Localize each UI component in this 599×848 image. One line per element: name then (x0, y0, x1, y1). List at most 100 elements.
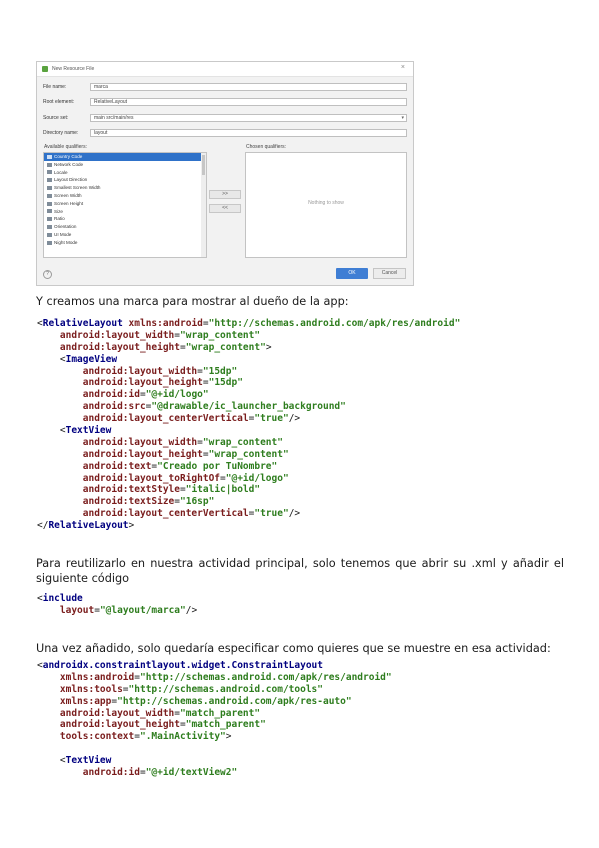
available-qualifiers-list[interactable]: Country Code Network Code Locale Layout … (43, 152, 207, 258)
code-line: android:src="@drawable/ic_launcher_backg… (37, 401, 460, 413)
add-qualifier-button[interactable]: >> (209, 190, 241, 199)
code-line: layout="@layout/marca"/> (37, 605, 197, 617)
globe-icon (47, 170, 52, 175)
code-line: android:textSize="16sp" (37, 496, 460, 508)
code-token: "@+id/logo" (145, 389, 209, 401)
document-page: New Resource File × File name: marca Roo… (0, 0, 599, 848)
paragraph-reutilizar: Para reutilizarlo en nuestra actividad p… (36, 557, 564, 585)
code-line: <androidx.constraintlayout.widget.Constr… (37, 660, 392, 672)
code-line: <ImageView (37, 354, 460, 366)
qualifier-item[interactable]: Screen Height (44, 200, 206, 208)
qualifier-item[interactable]: Size (44, 208, 206, 216)
code-line: android:layout_height="match_parent" (37, 719, 392, 731)
directory-name-label: Directory name: (43, 130, 79, 136)
scrollbar-thumb[interactable] (202, 155, 205, 175)
code-line: android:layout_height="15dp" (37, 377, 460, 389)
code-line: android:layout_width="wrap_content" (37, 330, 460, 342)
root-element-input[interactable]: RelativeLayout (90, 98, 407, 106)
cancel-button[interactable]: Cancel (373, 268, 406, 279)
qualifier-item[interactable]: Screen Width (44, 192, 206, 200)
qualifier-item[interactable]: Locale (44, 169, 206, 177)
qualifier-icon (47, 178, 52, 183)
code-token: android:layout_height (37, 377, 203, 389)
code-line: android:layout_height="wrap_content" (37, 449, 460, 461)
qualifier-item[interactable]: UI Mode (44, 231, 206, 239)
chosen-qualifiers-list[interactable]: Nothing to show (245, 152, 407, 258)
close-icon[interactable]: × (401, 64, 405, 71)
code-line: android:layout_height="wrap_content"> (37, 342, 460, 354)
qualifier-item[interactable]: Ratio (44, 215, 206, 223)
code-token: android:layout_width (37, 365, 198, 377)
source-set-value: main src/main/res (94, 115, 134, 121)
code-token: > (225, 731, 232, 743)
code-token: "true" (254, 508, 289, 520)
code-token: "http://schemas.android.com/apk/res/andr… (208, 318, 461, 329)
source-set-select[interactable]: main src/main/res ▾ (90, 114, 407, 122)
code-line: android:text="Creado por TuNombre" (37, 461, 460, 473)
code-token: "wrap_content" (185, 341, 266, 353)
help-icon[interactable]: ? (43, 270, 52, 279)
code-token: "15dp" (202, 365, 238, 377)
qualifier-icon (47, 185, 52, 190)
qualifier-icon (47, 209, 52, 214)
qualifier-item[interactable]: Layout Direction (44, 176, 206, 184)
code-line: xmlns:app="http://schemas.android.com/ap… (37, 696, 392, 708)
code-token: "@+id/logo" (225, 472, 289, 484)
code-token: /> (185, 604, 198, 616)
code-token: ImageView (65, 353, 118, 365)
code-token: "16sp" (180, 496, 215, 508)
code-token: android:layout_height (37, 341, 180, 353)
qualifier-icon (47, 240, 52, 245)
code-line: android:layout_toRightOf="@+id/logo" (37, 473, 460, 485)
code-token: < (37, 425, 66, 437)
code-token: </ (37, 520, 49, 532)
code-token: "wrap_content" (202, 436, 283, 448)
code-token: android:textStyle (37, 484, 180, 496)
code-line: tools:context=".MainActivity"> (37, 731, 392, 743)
code-line: android:id="@+id/logo" (37, 389, 460, 401)
code-token: < (37, 755, 66, 767)
list-scrollbar[interactable] (201, 153, 206, 257)
code-token: xmlns:app (37, 695, 112, 707)
remove-qualifier-button[interactable]: << (209, 204, 241, 213)
code-token: android:layout_centerVertical (37, 413, 249, 425)
android-studio-icon (42, 66, 48, 72)
code-token: android:layout_centerVertical (37, 508, 249, 520)
qualifier-icon (47, 217, 52, 222)
code-token: include (42, 593, 83, 604)
code-token: android:layout_height (37, 448, 203, 460)
qualifier-item[interactable]: Night Mode (44, 239, 206, 247)
code-block-constraint-layout: < androidx.constraintlayout.widget.Constr… (37, 660, 392, 779)
code-token: xmlns:android (128, 318, 203, 329)
code-line: xmlns:android="http://schemas.android.co… (37, 672, 392, 684)
code-line: android:id="@+id/textView2" (37, 767, 392, 779)
code-token: android:text (37, 460, 152, 472)
code-token: "15dp" (208, 377, 243, 389)
code-token: "Creado por TuNombre" (157, 460, 278, 472)
qualifier-item[interactable]: Orientation (44, 223, 206, 231)
code-token: "match_parent" (180, 707, 261, 719)
code-line: <include (37, 593, 197, 605)
code-token: "http://schemas.android.com/apk/res-auto… (117, 695, 352, 707)
qualifier-item[interactable]: Smallest Screen Width (44, 184, 206, 192)
file-name-input[interactable]: marca (90, 83, 407, 91)
directory-name-input[interactable]: layout (90, 129, 407, 137)
code-token: "http://schemas.android.com/tools" (128, 683, 323, 695)
qualifier-icon (47, 154, 52, 159)
available-qualifiers-label: Available qualifiers: (44, 144, 87, 150)
code-token: "http://schemas.android.com/apk/res/andr… (139, 671, 392, 683)
code-block-relative-layout: <RelativeLayout xmlns:android="http://sc… (37, 318, 460, 532)
code-token: RelativeLayout (42, 318, 129, 329)
source-set-label: Source set: (43, 115, 69, 121)
root-element-label: Root element: (43, 99, 75, 105)
qualifier-icon (47, 224, 52, 229)
qualifier-icon (47, 193, 52, 198)
qualifier-item[interactable]: Network Code (44, 161, 206, 169)
code-line: android:layout_width="wrap_content" (37, 437, 460, 449)
qualifier-item[interactable]: Country Code (44, 153, 206, 161)
ok-button[interactable]: OK (336, 268, 368, 279)
code-line: android:layout_width="match_parent" (37, 708, 392, 720)
code-token: tools:context (37, 731, 135, 743)
code-token: android:layout_height (37, 719, 180, 731)
code-token: android:textSize (37, 496, 175, 508)
